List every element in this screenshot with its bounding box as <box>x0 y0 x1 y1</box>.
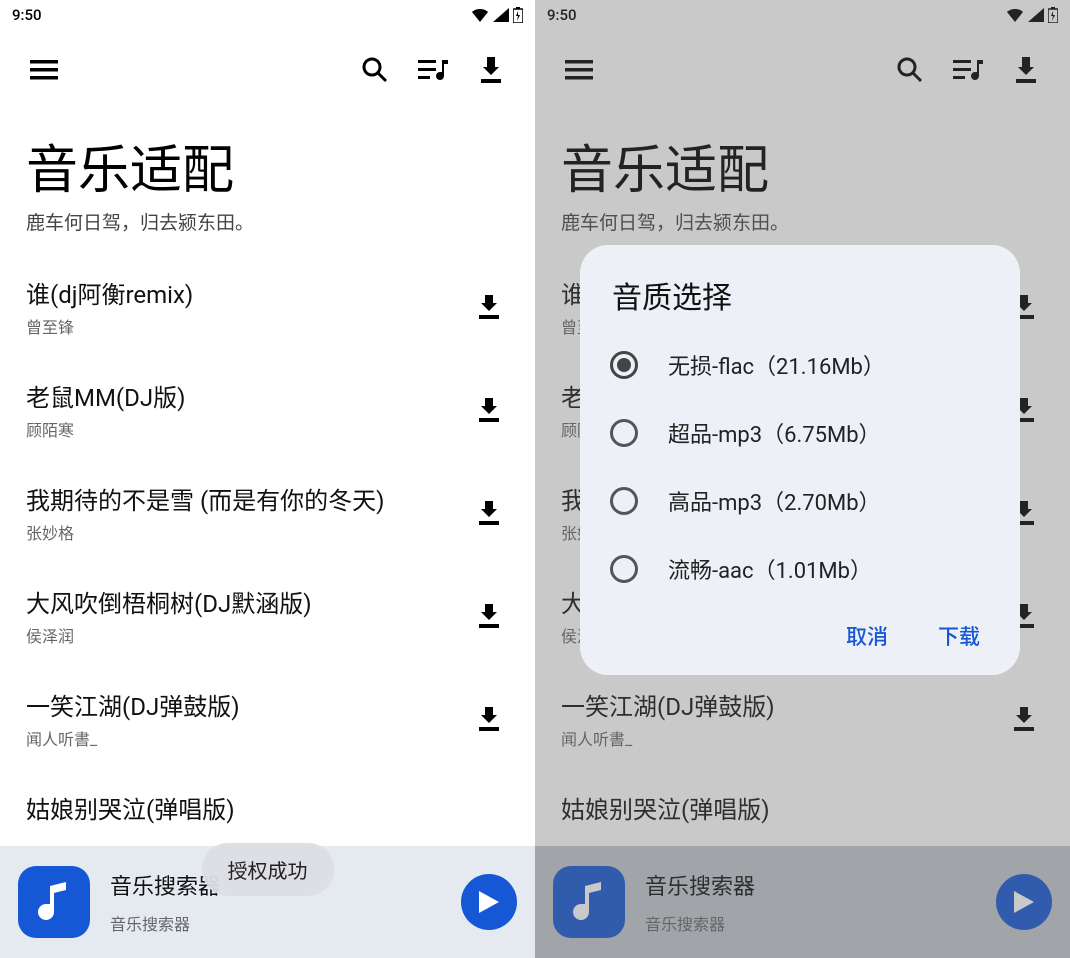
page-title: 音乐适配 <box>26 140 509 202</box>
radio-icon <box>610 555 638 583</box>
partial-list-item[interactable]: 姑娘别哭泣(弹唱版) <box>0 770 535 825</box>
song-title: 大风吹倒梧桐树(DJ默涵版) <box>26 584 469 619</box>
download-icon <box>478 398 500 422</box>
song-artist: 闻人听書_ <box>26 726 469 750</box>
song-artist: 曾至锋 <box>26 314 469 338</box>
search-icon <box>361 56 389 84</box>
song-title: 一笑江湖(DJ弹鼓版) <box>26 687 469 722</box>
downloads-button[interactable] <box>467 46 515 94</box>
song-title: 老鼠MM(DJ版) <box>26 378 469 413</box>
status-icons <box>471 7 523 23</box>
list-item[interactable]: 老鼠MM(DJ版) 顾陌寒 <box>0 358 535 461</box>
song-list: 谁(dj阿衡remix) 曾至锋 老鼠MM(DJ版) 顾陌寒 我期待的不是雪 (… <box>0 245 535 825</box>
header: 音乐适配 鹿车何日驾，归去颍东田。 <box>0 110 535 245</box>
status-time: 9:50 <box>12 6 42 24</box>
song-artist: 侯泽润 <box>26 623 469 647</box>
quality-option[interactable]: 超品-mp3（6.75Mb） <box>580 399 1020 467</box>
dialog-title: 音质选择 <box>580 273 1020 331</box>
radio-label: 高品-mp3（2.70Mb） <box>668 485 881 517</box>
quality-dialog: 音质选择 无损-flac（21.16Mb） 超品-mp3（6.75Mb） 高品-… <box>580 245 1020 675</box>
quality-option[interactable]: 流畅-aac（1.01Mb） <box>580 535 1020 603</box>
radio-icon <box>610 351 638 379</box>
download-button[interactable] <box>469 596 509 636</box>
toast: 授权成功 <box>202 843 334 896</box>
signal-icon <box>493 8 509 22</box>
album-art <box>18 866 90 938</box>
song-title: 我期待的不是雪 (而是有你的冬天) <box>26 481 469 516</box>
dialog-actions: 取消 下载 <box>580 603 1020 661</box>
download-icon <box>478 604 500 628</box>
list-item[interactable]: 一笑江湖(DJ弹鼓版) 闻人听書_ <box>0 667 535 770</box>
queue-music-icon <box>418 58 448 82</box>
quality-option[interactable]: 高品-mp3（2.70Mb） <box>580 467 1020 535</box>
search-button[interactable] <box>351 46 399 94</box>
screen-right: 9:50 音乐适配 鹿车何日驾，归去颍东田。 谁(dj阿衡remix) 曾至锋 <box>535 0 1070 958</box>
toolbar <box>0 30 535 110</box>
list-item[interactable]: 谁(dj阿衡remix) 曾至锋 <box>0 255 535 358</box>
page-subtitle: 鹿车何日驾，归去颍东田。 <box>26 208 509 235</box>
download-confirm-button[interactable]: 下载 <box>938 621 980 651</box>
song-artist: 张妙格 <box>26 520 469 544</box>
radio-label: 流畅-aac（1.01Mb） <box>668 553 872 585</box>
queue-button[interactable] <box>409 46 457 94</box>
play-icon <box>479 891 499 913</box>
download-button[interactable] <box>469 287 509 327</box>
battery-icon <box>513 7 523 23</box>
radio-icon <box>610 419 638 447</box>
music-note-icon <box>36 882 72 922</box>
wifi-icon <box>471 8 489 22</box>
hamburger-icon <box>30 60 58 80</box>
download-icon <box>478 707 500 731</box>
cancel-button[interactable]: 取消 <box>846 621 888 651</box>
song-artist: 顾陌寒 <box>26 417 469 441</box>
download-icon <box>478 295 500 319</box>
radio-label: 无损-flac（21.16Mb） <box>668 349 885 381</box>
list-item[interactable]: 我期待的不是雪 (而是有你的冬天) 张妙格 <box>0 461 535 564</box>
play-button[interactable] <box>461 874 517 930</box>
download-icon <box>478 501 500 525</box>
menu-button[interactable] <box>20 46 68 94</box>
download-button[interactable] <box>469 699 509 739</box>
screen-left: 9:50 音乐适配 鹿车何日驾，归去颍东田。 谁(dj阿衡remix) 曾至锋 <box>0 0 535 958</box>
song-title: 谁(dj阿衡remix) <box>26 275 469 310</box>
quality-option[interactable]: 无损-flac（21.16Mb） <box>580 331 1020 399</box>
download-button[interactable] <box>469 390 509 430</box>
download-button[interactable] <box>469 493 509 533</box>
download-icon <box>479 57 503 83</box>
now-playing-subtitle: 音乐搜索器 <box>110 911 441 935</box>
status-bar: 9:50 <box>0 0 535 30</box>
radio-icon <box>610 487 638 515</box>
radio-label: 超品-mp3（6.75Mb） <box>668 417 881 449</box>
list-item[interactable]: 大风吹倒梧桐树(DJ默涵版) 侯泽润 <box>0 564 535 667</box>
